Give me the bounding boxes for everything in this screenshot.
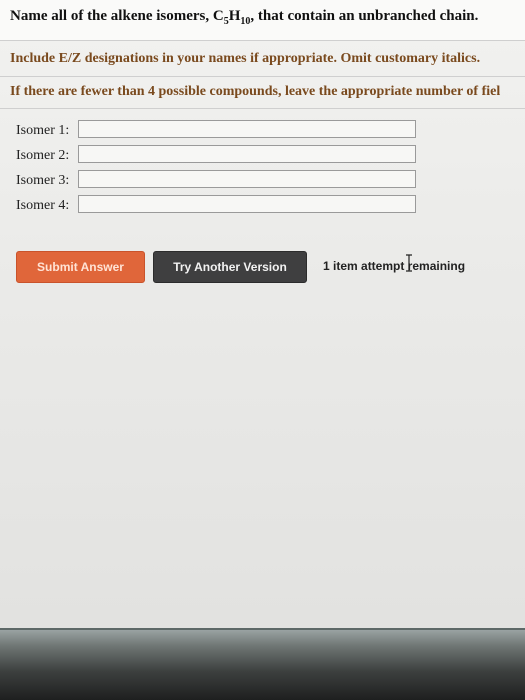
isomer-4-input[interactable] (78, 195, 416, 213)
isomer-2-input[interactable] (78, 145, 416, 163)
question-page: Name all of the alkene isomers, C5H10, t… (0, 0, 525, 628)
submit-answer-button[interactable]: Submit Answer (16, 251, 145, 283)
divider (0, 76, 525, 77)
isomer-label: Isomer 4: (16, 198, 70, 213)
divider (0, 108, 525, 109)
text-cursor-icon (406, 254, 412, 272)
attempts-remaining-text: 1 item attempt remaining (323, 259, 466, 273)
screen-bezel (0, 628, 525, 700)
question-title: Name all of the alkene isomers, C5H10, t… (10, 8, 479, 27)
isomer-label: Isomer 3: (16, 173, 70, 188)
isomer-label: Isomer 2: (16, 148, 70, 163)
isomer-3-input[interactable] (78, 170, 416, 188)
isomer-1-input[interactable] (78, 120, 416, 138)
instruction-fewer: If there are fewer than 4 possible compo… (10, 84, 501, 99)
divider (0, 628, 525, 630)
isomer-label: Isomer 1: (16, 123, 70, 138)
try-another-version-button[interactable]: Try Another Version (153, 251, 307, 283)
instruction-ez: Include E/Z designations in your names i… (10, 51, 481, 66)
question-header: Name all of the alkene isomers, C5H10, t… (0, 0, 525, 41)
